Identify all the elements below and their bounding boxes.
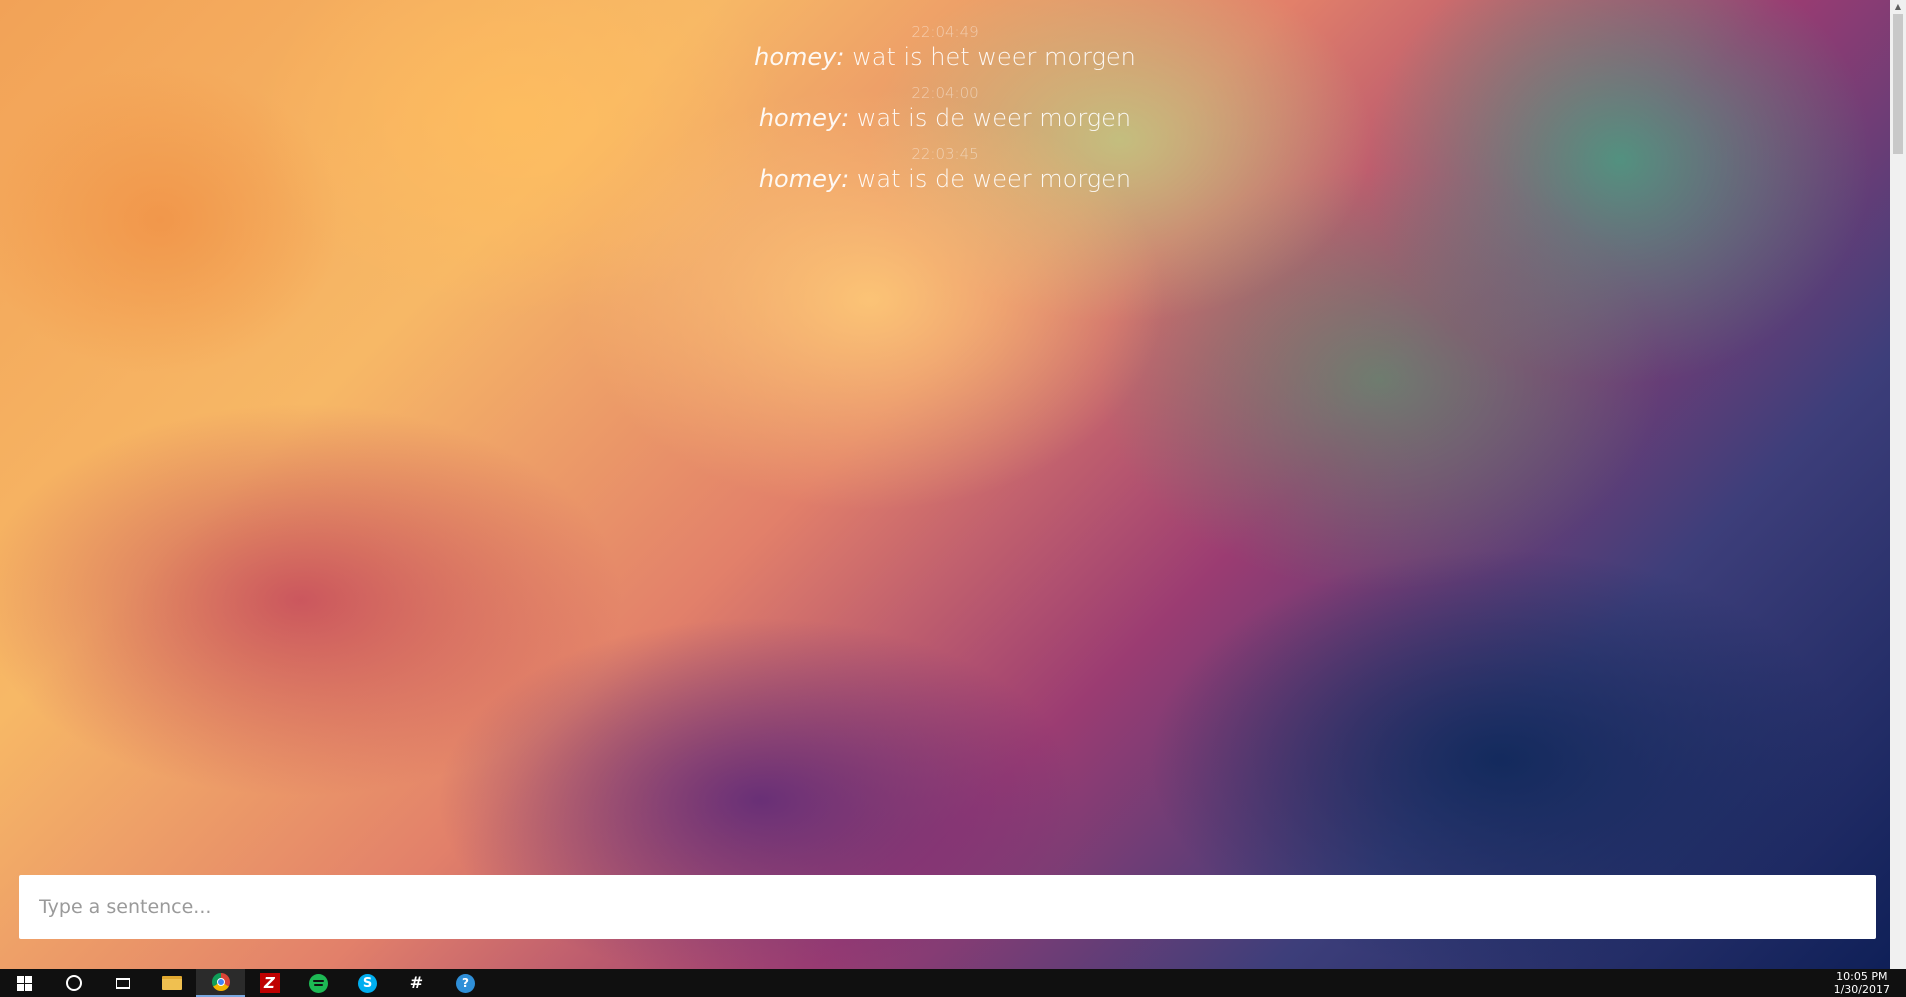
taskbar-app-other[interactable]: ?	[441, 969, 490, 997]
scrollbar-thumb[interactable]	[1893, 14, 1903, 154]
sentence-input-container	[19, 875, 1876, 939]
app-icon: ?	[456, 973, 475, 993]
message-list: 22:04:49 homey: wat is het weer morgen 2…	[0, 22, 1890, 205]
message-sender: homey:	[754, 43, 845, 71]
search-icon	[65, 975, 82, 991]
message-line: homey: wat is het weer morgen	[0, 42, 1890, 72]
vertical-scrollbar[interactable]: ▲	[1890, 0, 1906, 969]
folder-icon	[161, 976, 182, 990]
windows-taskbar: Z S # ? 10:05 PM 1/30/2017	[0, 969, 1906, 997]
task-view-icon	[115, 977, 130, 989]
windows-icon	[17, 975, 32, 991]
slack-icon: #	[409, 973, 424, 992]
message-line: homey: wat is de weer morgen	[0, 103, 1890, 133]
chrome-icon	[211, 973, 230, 991]
message-item: 22:04:00 homey: wat is de weer morgen	[0, 83, 1890, 133]
sentence-input[interactable]	[19, 875, 1876, 939]
spotify-icon	[309, 973, 328, 993]
search-button[interactable]	[49, 969, 98, 997]
message-text: wat is de weer morgen	[856, 165, 1132, 193]
message-text: wat is het weer morgen	[852, 43, 1136, 71]
taskbar-app-filezilla[interactable]: Z	[245, 969, 294, 997]
clock-date: 1/30/2017	[1833, 983, 1890, 996]
taskbar-app-spotify[interactable]	[294, 969, 343, 997]
taskbar-app-slack[interactable]: #	[392, 969, 441, 997]
taskbar-app-skype[interactable]: S	[343, 969, 392, 997]
message-sender: homey:	[758, 165, 850, 193]
taskbar-app-chrome[interactable]	[196, 969, 245, 997]
message-timestamp: 22:04:49	[911, 23, 979, 41]
message-sender: homey:	[758, 104, 850, 132]
start-button[interactable]	[0, 969, 49, 997]
message-timestamp: 22:04:00	[911, 84, 979, 102]
chat-app-window: 22:04:49 homey: wat is het weer morgen 2…	[0, 0, 1906, 969]
message-text: wat is de weer morgen	[856, 104, 1132, 132]
message-timestamp: 22:03:45	[911, 145, 979, 163]
filezilla-icon: Z	[259, 973, 280, 993]
clock-time: 10:05 PM	[1836, 970, 1888, 983]
skype-icon: S	[358, 973, 377, 993]
system-clock[interactable]: 10:05 PM 1/30/2017	[1834, 970, 1906, 996]
message-item: 22:04:49 homey: wat is het weer morgen	[0, 22, 1890, 72]
taskbar-app-file-explorer[interactable]	[147, 969, 196, 997]
message-line: homey: wat is de weer morgen	[0, 164, 1890, 194]
task-view-button[interactable]	[98, 969, 147, 997]
scroll-up-arrow-icon[interactable]: ▲	[1890, 0, 1906, 14]
message-item: 22:03:45 homey: wat is de weer morgen	[0, 144, 1890, 194]
